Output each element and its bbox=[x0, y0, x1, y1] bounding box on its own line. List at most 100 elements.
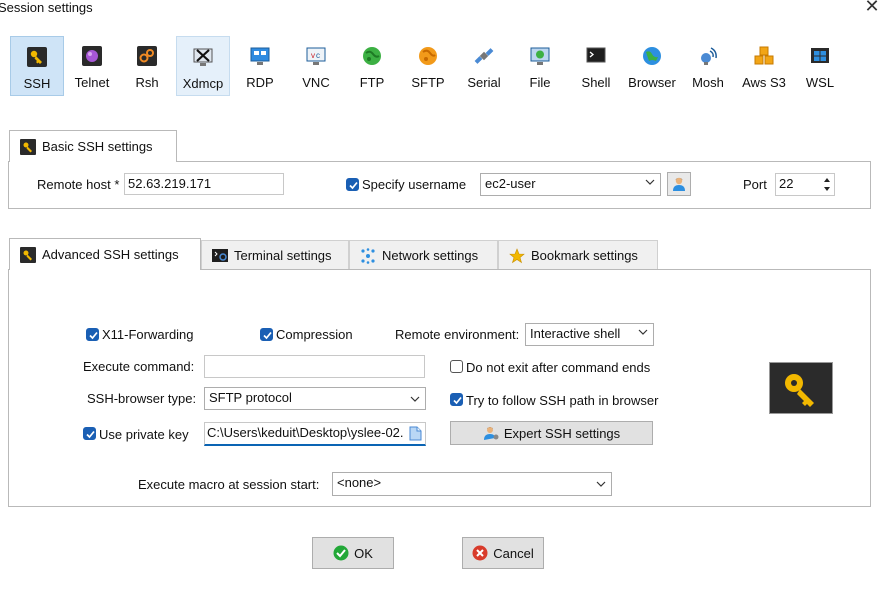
private-key-path-input[interactable]: C:\Users\keduit\Desktop\yslee-02. bbox=[204, 422, 426, 446]
serial-satellite-icon bbox=[474, 48, 494, 64]
protocol-label: Serial bbox=[467, 75, 501, 90]
use-private-key-label: Use private key bbox=[99, 427, 189, 442]
aws-s3-cubes-icon bbox=[754, 46, 774, 65]
file-monitor-icon bbox=[530, 47, 550, 65]
protocol-browser[interactable]: Browser bbox=[625, 36, 679, 96]
username-value: ec2-user bbox=[485, 176, 536, 191]
private-key-path-value: C:\Users\keduit\Desktop\yslee-02. bbox=[207, 425, 404, 440]
svg-text:c: c bbox=[316, 51, 320, 60]
protocol-rsh[interactable]: Rsh bbox=[120, 36, 174, 96]
vnc-icon: v c bbox=[306, 47, 326, 65]
telnet-icon bbox=[82, 46, 102, 66]
compression-checkbox[interactable] bbox=[260, 328, 273, 341]
protocol-ssh[interactable]: SSH bbox=[10, 36, 64, 96]
sftp-icon bbox=[419, 47, 437, 65]
do-not-exit-checkbox[interactable] bbox=[450, 360, 463, 373]
specify-username-checkbox[interactable] bbox=[346, 178, 359, 191]
tab-network-settings[interactable]: Network settings bbox=[349, 240, 498, 270]
protocol-ftp[interactable]: FTP bbox=[345, 36, 399, 96]
expert-ssh-settings-button[interactable]: Expert SSH settings bbox=[450, 421, 653, 445]
ssh-key-large-icon bbox=[769, 362, 833, 414]
protocol-file[interactable]: File bbox=[513, 36, 567, 96]
remote-host-label: Remote host * bbox=[37, 177, 120, 192]
follow-ssh-path-checkbox[interactable] bbox=[450, 393, 463, 406]
protocol-label: FTP bbox=[359, 75, 385, 90]
tab-basic-ssh-settings[interactable]: Basic SSH settings bbox=[9, 130, 177, 162]
execute-command-input[interactable] bbox=[204, 355, 425, 378]
cancel-circle-icon bbox=[472, 545, 488, 561]
x11-forwarding-label: X11-Forwarding bbox=[102, 327, 194, 342]
terminal-settings-icon bbox=[212, 248, 228, 262]
do-not-exit-label: Do not exit after command ends bbox=[466, 360, 651, 375]
remote-environment-select[interactable]: Interactive shell bbox=[525, 323, 654, 346]
protocol-label: Mosh bbox=[692, 75, 724, 90]
mosh-antenna-icon bbox=[701, 47, 717, 65]
ok-button[interactable]: OK bbox=[312, 537, 394, 569]
macro-label: Execute macro at session start: bbox=[138, 477, 320, 492]
tab-advanced-ssh-settings[interactable]: Advanced SSH settings bbox=[9, 238, 201, 270]
protocol-label: VNC bbox=[302, 75, 330, 90]
remote-host-input[interactable]: 52.63.219.171 bbox=[124, 173, 284, 195]
ok-label: OK bbox=[354, 545, 373, 561]
wsl-windows-icon bbox=[811, 48, 829, 63]
protocol-label: Browser bbox=[628, 75, 676, 90]
protocol-label: Rsh bbox=[135, 75, 159, 90]
ssh-key-icon bbox=[20, 138, 36, 155]
shell-terminal-icon bbox=[586, 47, 606, 63]
protocol-sftp[interactable]: SFTP bbox=[401, 36, 455, 96]
user-gear-icon bbox=[483, 427, 499, 440]
protocol-label: Aws S3 bbox=[742, 75, 786, 90]
protocol-vnc[interactable]: v c VNC bbox=[289, 36, 343, 96]
protocol-label: SFTP bbox=[411, 75, 445, 90]
protocol-label: File bbox=[529, 75, 551, 90]
protocol-label: Shell bbox=[581, 75, 611, 90]
tab-label: Bookmark settings bbox=[531, 248, 638, 263]
cancel-label: Cancel bbox=[493, 545, 534, 561]
chevron-down-icon bbox=[410, 396, 420, 402]
specify-username-label: Specify username bbox=[362, 177, 467, 192]
protocol-wsl[interactable]: WSL bbox=[793, 36, 847, 96]
network-icon bbox=[361, 247, 375, 264]
protocol-mosh[interactable]: Mosh bbox=[681, 36, 735, 96]
protocol-aws-s3[interactable]: Aws S3 bbox=[737, 36, 791, 96]
execute-command-label: Execute command: bbox=[83, 359, 195, 374]
username-select[interactable]: ec2-user bbox=[480, 173, 661, 196]
spin-down-icon[interactable] bbox=[822, 185, 832, 193]
tab-label: Network settings bbox=[382, 248, 479, 263]
macro-value: <none> bbox=[337, 475, 382, 490]
tab-bookmark-settings[interactable]: Bookmark settings bbox=[498, 240, 658, 270]
ssh-key-icon bbox=[27, 47, 47, 67]
protocol-xdmcp[interactable]: Xdmcp bbox=[176, 36, 230, 96]
ssh-browser-type-select[interactable]: SFTP protocol bbox=[204, 387, 426, 410]
window-title: Session settings bbox=[0, 0, 93, 15]
expert-ssh-settings-label: Expert SSH settings bbox=[503, 425, 621, 441]
browser-globe-icon bbox=[643, 47, 661, 65]
use-private-key-checkbox[interactable] bbox=[83, 427, 96, 440]
star-icon bbox=[509, 247, 525, 263]
user-manager-button[interactable] bbox=[667, 172, 691, 196]
cancel-button[interactable]: Cancel bbox=[462, 537, 544, 569]
compression-label: Compression bbox=[276, 327, 353, 342]
macro-select[interactable]: <none> bbox=[332, 472, 612, 496]
rsh-icon bbox=[137, 46, 157, 66]
protocol-serial[interactable]: Serial bbox=[457, 36, 511, 96]
protocol-shell[interactable]: Shell bbox=[569, 36, 623, 96]
protocol-rdp[interactable]: RDP bbox=[233, 36, 287, 96]
close-icon[interactable]: ✕ bbox=[862, 0, 882, 16]
x11-forwarding-checkbox[interactable] bbox=[86, 328, 99, 341]
check-circle-icon bbox=[333, 545, 349, 561]
ftp-globe-icon bbox=[363, 47, 381, 65]
tab-terminal-settings[interactable]: Terminal settings bbox=[201, 240, 349, 270]
port-label: Port bbox=[743, 177, 767, 192]
spin-up-icon[interactable] bbox=[822, 176, 832, 184]
protocol-telnet[interactable]: Telnet bbox=[65, 36, 119, 96]
tab-label: Basic SSH settings bbox=[42, 139, 153, 154]
file-browse-icon[interactable] bbox=[409, 426, 422, 441]
protocol-label: Telnet bbox=[74, 75, 110, 90]
tab-label: Advanced SSH settings bbox=[42, 247, 179, 262]
chevron-down-icon bbox=[645, 179, 655, 185]
port-input[interactable]: 22 bbox=[775, 173, 835, 196]
remote-environment-label: Remote environment: bbox=[395, 327, 520, 342]
protocol-label: SSH bbox=[23, 76, 51, 91]
chevron-down-icon bbox=[596, 481, 606, 487]
